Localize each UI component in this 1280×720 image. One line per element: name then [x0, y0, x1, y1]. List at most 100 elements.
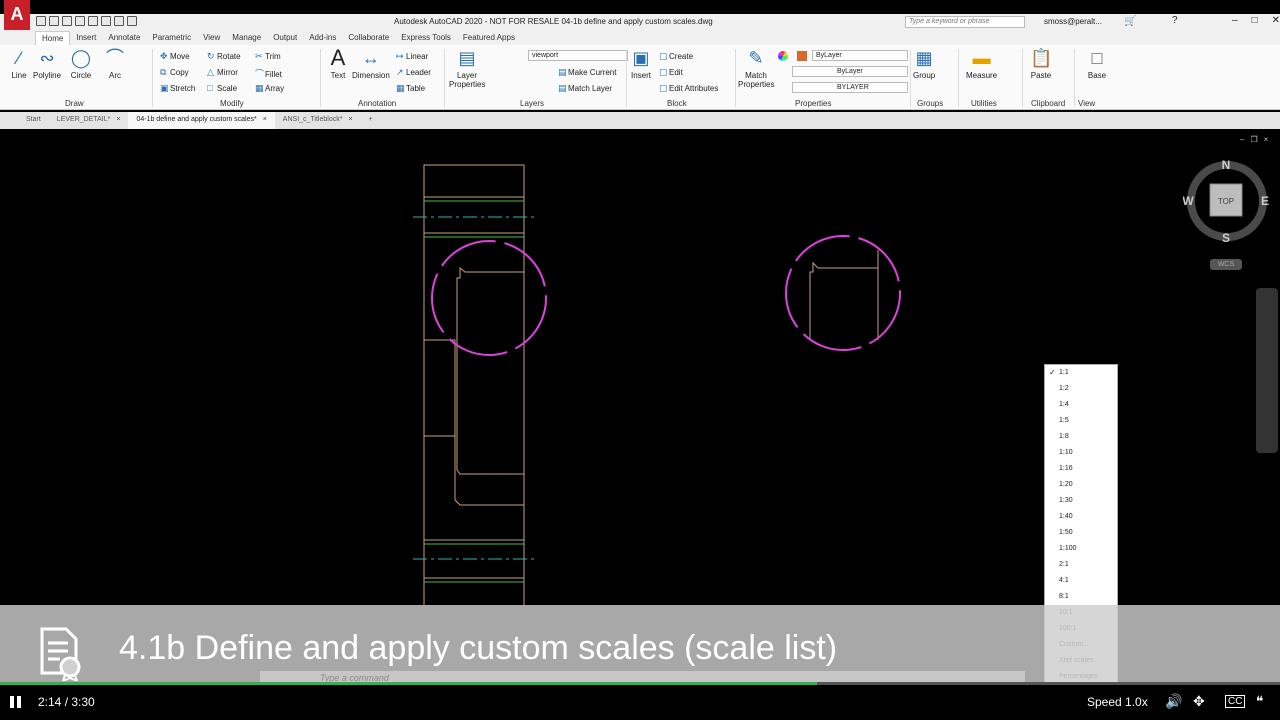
insert-tool[interactable]: ▣ Insert [630, 47, 652, 80]
panel-label-view[interactable]: View [1078, 99, 1095, 108]
user-account[interactable]: smoss@peralt... [1044, 17, 1102, 26]
video-progress-bar[interactable] [0, 682, 1280, 685]
copy-tool[interactable]: ⧉ Copy [160, 67, 189, 78]
captions-icon[interactable]: CC [1225, 695, 1246, 708]
compass-east[interactable]: E [1261, 194, 1269, 208]
scale-list-item[interactable]: 1:16 [1059, 461, 1073, 477]
file-tab-start[interactable]: Start [18, 112, 49, 129]
move-tool[interactable]: ✥ Move [160, 51, 190, 62]
color-dropdown[interactable]: ByLayer [812, 50, 908, 61]
file-tab-titleblock[interactable]: ANSI_c_Titleblock* × [275, 112, 361, 129]
edit-attributes-tool[interactable]: ▢Edit Attributes [659, 83, 718, 94]
panel-label-groups[interactable]: Groups [917, 99, 943, 108]
close-icon[interactable]: × [116, 116, 120, 123]
stretch-tool[interactable]: ▣Stretch [160, 83, 195, 94]
create-block-tool[interactable]: ▢Create [659, 51, 693, 62]
leader-tool[interactable]: ↗ Leader [396, 67, 431, 78]
tab-home[interactable]: Home [35, 31, 71, 45]
match-properties-tool[interactable]: ✎ Match Properties [738, 47, 774, 89]
viewcube[interactable]: TOP N S E W [1183, 155, 1271, 243]
save-icon[interactable] [62, 16, 72, 26]
panel-label-layers[interactable]: Layers [520, 99, 544, 108]
panel-label-annotation[interactable]: Annotation [358, 99, 396, 108]
edit-block-tool[interactable]: ▢Edit [659, 67, 683, 78]
panel-label-utilities[interactable]: Utilities [971, 99, 997, 108]
lineweight-dropdown[interactable]: BYLAYER [792, 82, 908, 93]
tab-featured-apps[interactable]: Featured Apps [457, 31, 521, 45]
scale-list-item[interactable]: 1:2 [1059, 381, 1069, 397]
close-icon[interactable]: × [348, 116, 352, 123]
match-layer-tool[interactable]: ▤Match Layer [558, 83, 612, 94]
compass-south[interactable]: S [1222, 231, 1230, 243]
speed-button[interactable]: Speed 1.0x [1087, 695, 1148, 709]
linear-tool[interactable]: ↦ Linear [396, 51, 428, 62]
help-icon[interactable]: ? [1172, 15, 1178, 26]
scale-list-item[interactable]: 2:1 [1059, 557, 1069, 573]
line-tool[interactable]: ∕ Line [8, 47, 30, 80]
panel-label-draw[interactable]: Draw [65, 99, 84, 108]
tab-insert[interactable]: Insert [70, 31, 102, 45]
table-tool[interactable]: ▦Table [396, 83, 425, 94]
array-tool[interactable]: ▦Array [255, 83, 284, 94]
tab-express-tools[interactable]: Express Tools [395, 31, 457, 45]
circle-tool[interactable]: ◯ Circle [70, 47, 92, 80]
mirror-tool[interactable]: △ Mirror [207, 67, 238, 78]
panel-label-modify[interactable]: Modify [220, 99, 244, 108]
scale-list-item[interactable]: 1:10 [1059, 445, 1073, 461]
tab-view[interactable]: View [197, 31, 226, 45]
scale-list-item[interactable]: 4:1 [1059, 573, 1069, 589]
measure-tool[interactable]: ▬ Measure [966, 47, 997, 80]
scale-list-item[interactable]: 1:30 [1059, 493, 1073, 509]
scale-tool[interactable]: □ Scale [207, 83, 237, 93]
scale-list-item[interactable]: 1:1 [1059, 365, 1069, 381]
undo-icon[interactable] [101, 16, 111, 26]
fillet-tool[interactable]: ⌒Fillet [255, 67, 282, 80]
paste-tool[interactable]: 📋 Paste [1030, 47, 1052, 80]
scale-list-item[interactable]: 1:5 [1059, 413, 1069, 429]
quote-icon[interactable]: ❝ [1256, 693, 1264, 710]
text-tool[interactable]: A Text [327, 47, 349, 81]
arc-tool[interactable]: ⌒ Arc [104, 47, 126, 80]
file-tab-custom-scales[interactable]: 04-1b define and apply custom scales* × [128, 112, 275, 129]
tab-output[interactable]: Output [267, 31, 303, 45]
tab-manage[interactable]: Manage [226, 31, 267, 45]
pause-button[interactable] [10, 696, 22, 708]
new-icon[interactable] [36, 16, 46, 26]
navigation-bar[interactable] [1256, 288, 1278, 453]
dimension-tool[interactable]: ↔ Dimension [352, 47, 390, 80]
search-input[interactable]: Type a keyword or phrase [905, 16, 1025, 28]
panel-label-clipboard[interactable]: Clipboard [1031, 99, 1065, 108]
panel-label-block[interactable]: Block [667, 99, 687, 108]
maximize-button[interactable]: □ [1252, 15, 1258, 26]
open-icon[interactable] [49, 16, 59, 26]
scale-list-item[interactable]: 8:1 [1059, 589, 1069, 605]
base-view-tool[interactable]: □ Base [1086, 47, 1108, 80]
file-tab-lever-detail[interactable]: LEVER_DETAIL* × [49, 112, 129, 129]
make-current-tool[interactable]: ▤Make Current [558, 67, 616, 78]
group-tool[interactable]: ▦ Group [913, 47, 935, 80]
wcs-menu[interactable]: WCS [1210, 259, 1242, 270]
share-icon[interactable] [127, 16, 137, 26]
compass-north[interactable]: N [1222, 158, 1231, 172]
trim-tool[interactable]: ✂ Trim [255, 51, 281, 62]
new-tab-button[interactable]: + [361, 112, 381, 129]
scale-list-item[interactable]: 1:50 [1059, 525, 1073, 541]
volume-icon[interactable]: 🔊 [1165, 693, 1182, 710]
linetype-dropdown[interactable]: ByLayer [792, 66, 908, 77]
panel-label-properties[interactable]: Properties [795, 99, 831, 108]
layer-dropdown[interactable]: viewport [528, 50, 628, 61]
tab-collaborate[interactable]: Collaborate [342, 31, 395, 45]
tab-add-ins[interactable]: Add-ins [303, 31, 342, 45]
rotate-tool[interactable]: ↻ Rotate [207, 51, 241, 62]
cart-icon[interactable]: 🛒 [1124, 16, 1136, 27]
expand-icon[interactable]: ✥ [1193, 693, 1205, 710]
minimize-button[interactable]: – [1232, 15, 1238, 26]
compass-west[interactable]: W [1183, 194, 1194, 208]
plot-icon[interactable] [88, 16, 98, 26]
layer-properties-tool[interactable]: ▤ Layer Properties [449, 47, 485, 89]
scale-list-item[interactable]: 1:8 [1059, 429, 1069, 445]
scale-list-item[interactable]: 1:4 [1059, 397, 1069, 413]
redo-icon[interactable] [114, 16, 124, 26]
scale-list-item[interactable]: 1:40 [1059, 509, 1073, 525]
tab-parametric[interactable]: Parametric [146, 31, 197, 45]
